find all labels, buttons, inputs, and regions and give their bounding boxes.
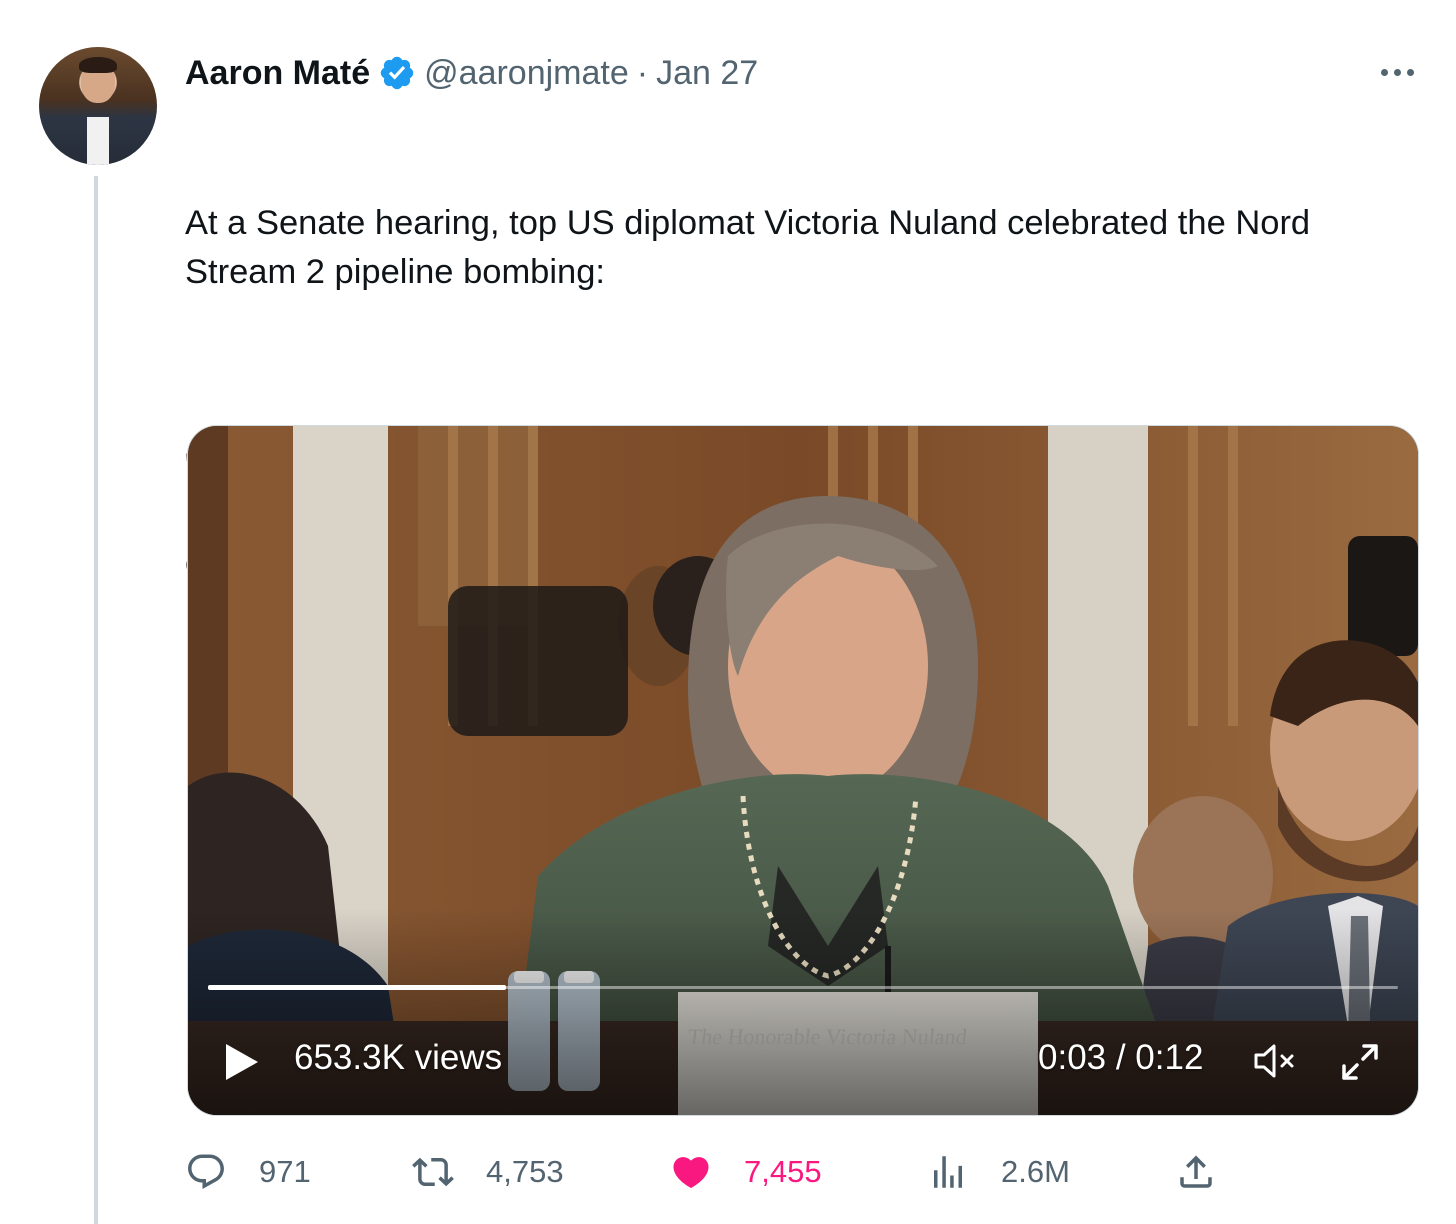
tweet-paragraph: At a Senate hearing, top US diplomat Vic… (185, 204, 1320, 291)
reply-count: 971 (259, 1154, 311, 1189)
views-button[interactable]: 2.6M (927, 1140, 1070, 1204)
verified-badge-icon (380, 56, 414, 90)
reply-icon (188, 1154, 224, 1189)
tweet-actions: 971 4,753 7,455 2.6M (185, 1140, 1425, 1204)
share-button[interactable] (1175, 1140, 1249, 1204)
fullscreen-icon[interactable] (1336, 1038, 1384, 1086)
avatar[interactable] (39, 47, 157, 165)
views-icon (934, 1156, 962, 1188)
tweet-header: Aaron Maté @aaronjmate · Jan 27 (185, 50, 758, 96)
retweet-icon (412, 1157, 454, 1187)
retweet-button[interactable]: 4,753 (412, 1140, 564, 1204)
separator-dot: · (636, 53, 649, 92)
mute-icon[interactable] (1252, 1040, 1298, 1082)
reply-button[interactable]: 971 (185, 1140, 311, 1204)
views-count: 2.6M (1001, 1154, 1070, 1189)
video-progress-bar[interactable] (208, 985, 1398, 990)
tweet-date[interactable]: Jan 27 (656, 54, 758, 93)
like-icon (673, 1157, 709, 1189)
video-frame (188, 426, 1418, 1115)
video-player[interactable]: The Honorable Victoria Nuland 653.3K vie… (187, 425, 1419, 1116)
video-progress-fill (208, 985, 506, 990)
thread-line (94, 176, 98, 1224)
video-time: 0:03 / 0:12 (1038, 1038, 1204, 1077)
play-icon[interactable] (222, 1042, 262, 1082)
nameplate-text: The Honorable Victoria Nuland (686, 1024, 969, 1049)
video-views: 653.3K views (294, 1038, 503, 1077)
author-name[interactable]: Aaron Maté (185, 54, 370, 93)
retweet-count: 4,753 (486, 1154, 564, 1189)
author-handle[interactable]: @aaronjmate (424, 54, 629, 93)
like-button[interactable]: 7,455 (670, 1140, 822, 1204)
share-icon (1180, 1155, 1212, 1188)
like-count: 7,455 (744, 1154, 822, 1189)
more-icon[interactable] (1374, 52, 1420, 92)
